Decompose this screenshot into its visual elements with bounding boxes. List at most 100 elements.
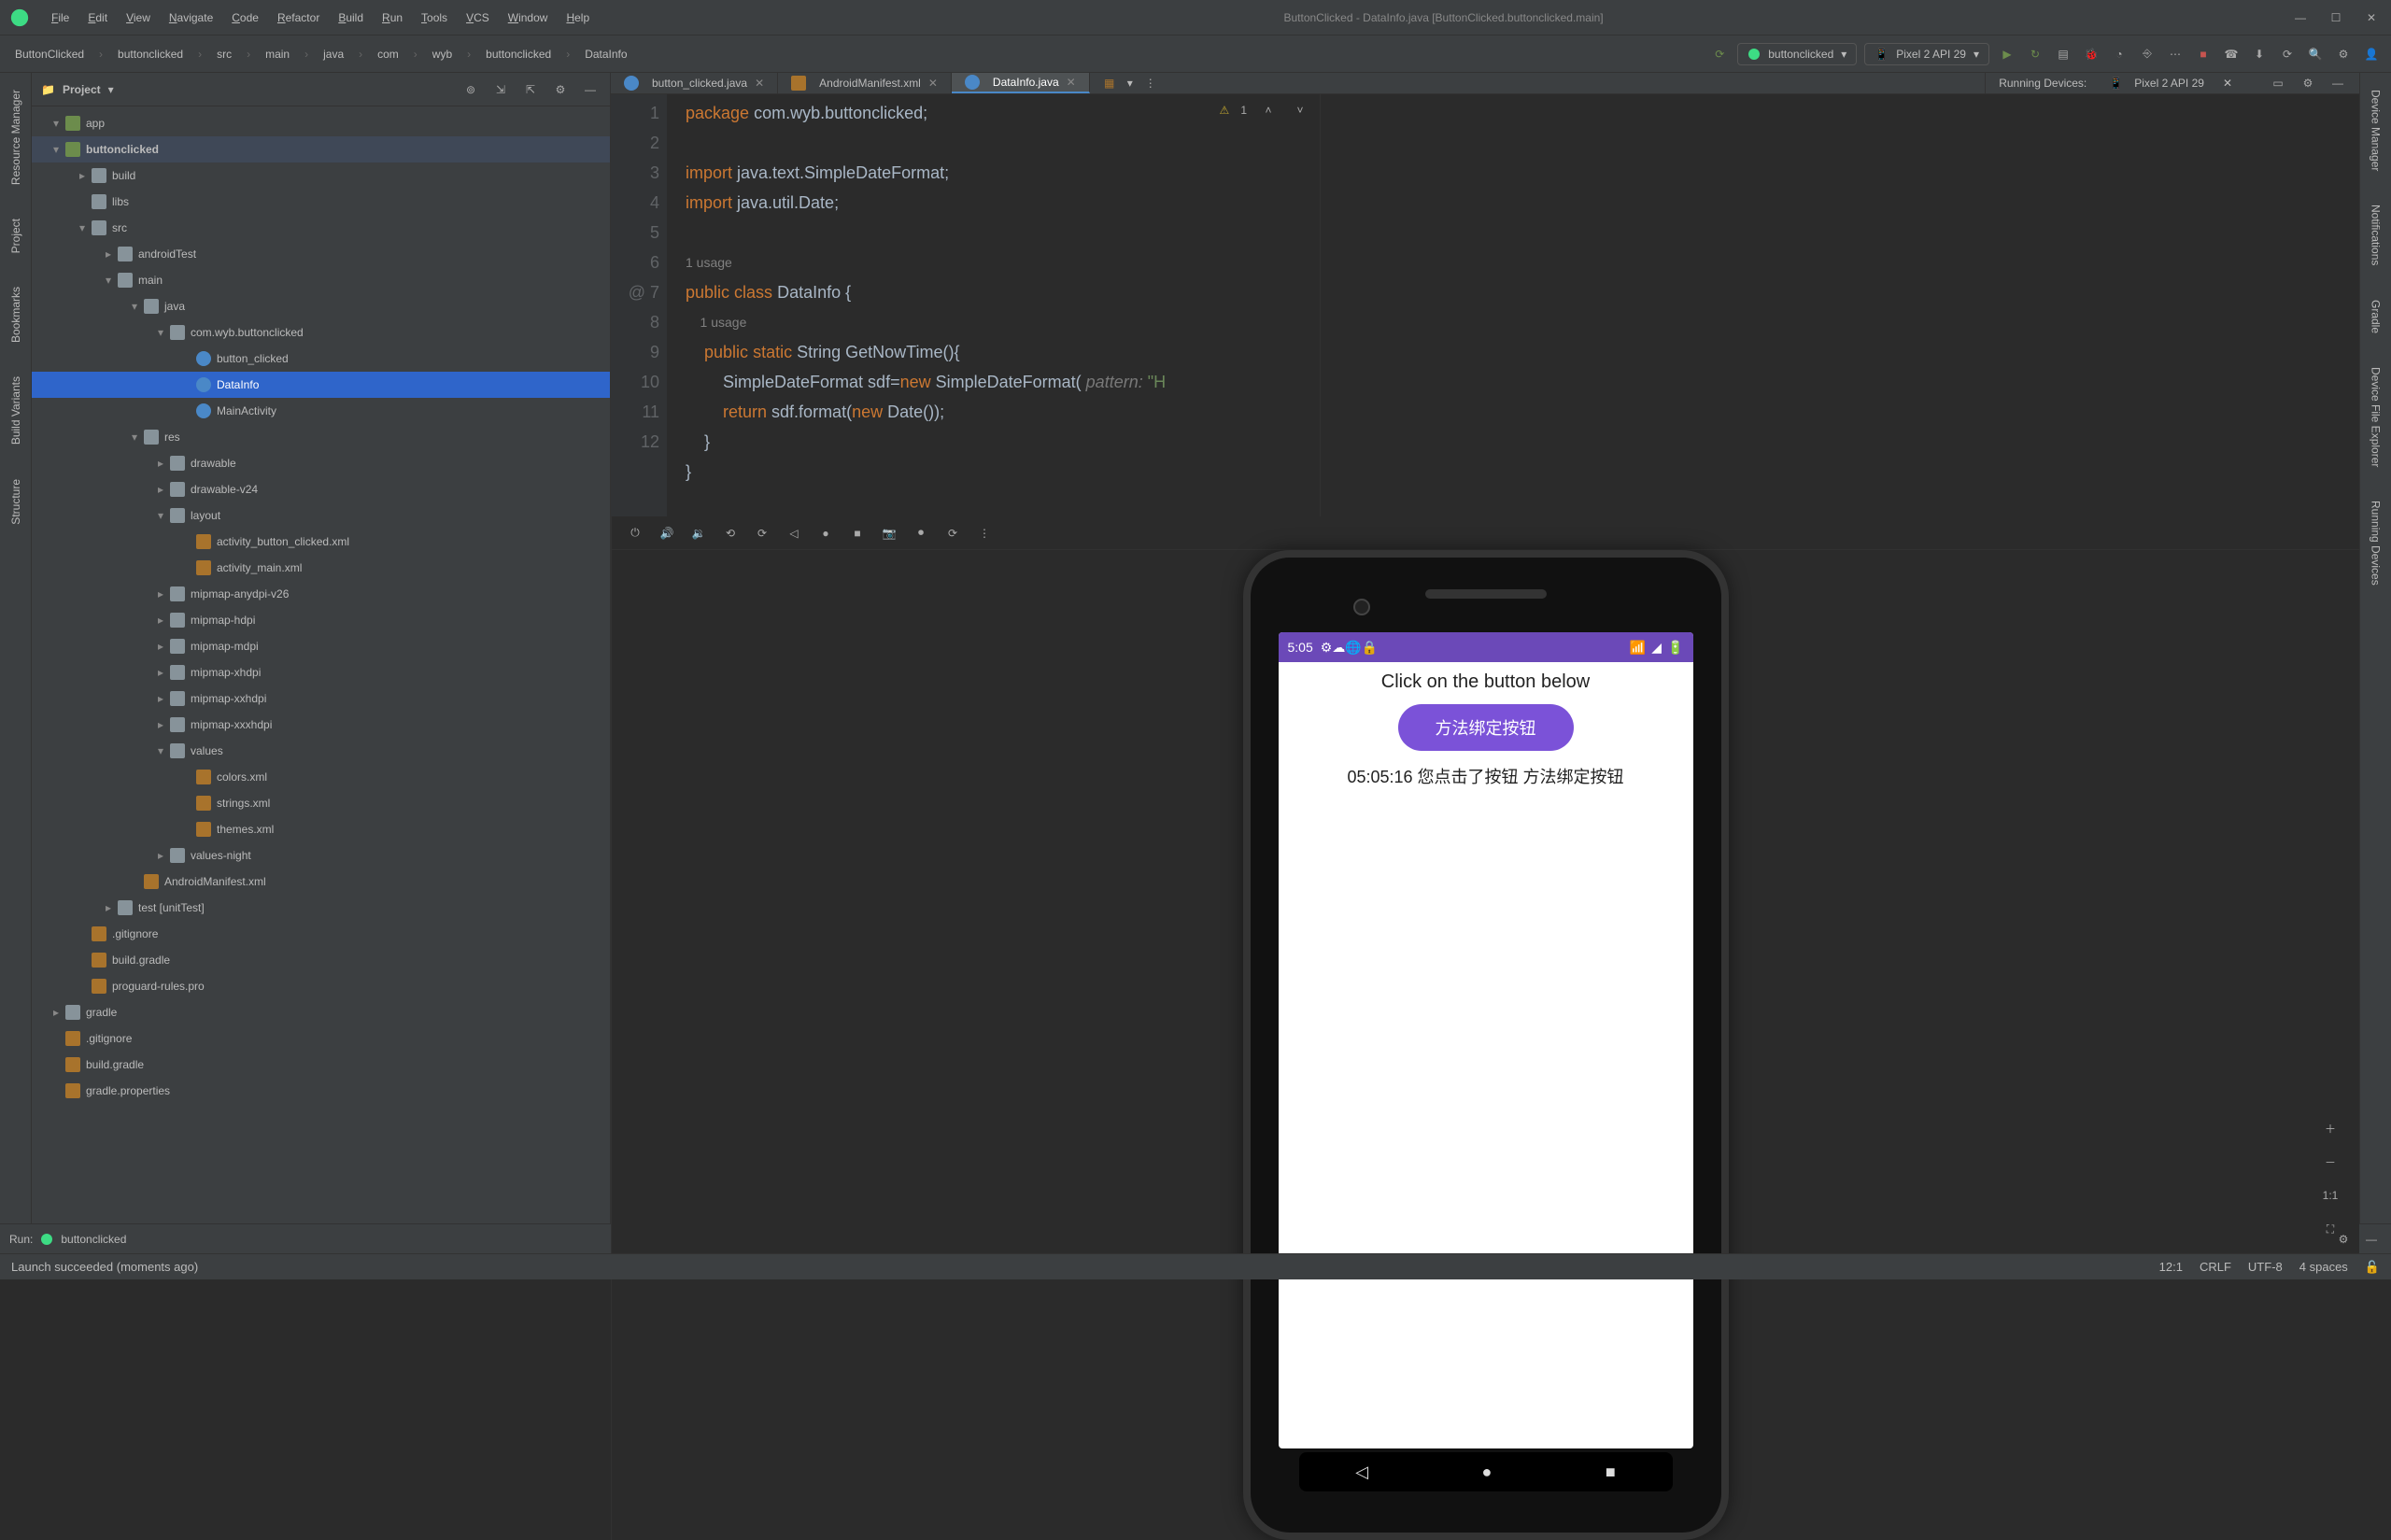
close-icon[interactable]: ✕ bbox=[755, 77, 764, 90]
tree-item-gradle[interactable]: ▸gradle bbox=[32, 999, 610, 1025]
back-icon[interactable]: ◁ bbox=[784, 523, 804, 544]
debug-restart-icon[interactable]: ↻ bbox=[2025, 44, 2045, 64]
tool-running-devices[interactable]: Running Devices bbox=[2370, 493, 2383, 593]
tree-item-gradle-properties[interactable]: gradle.properties bbox=[32, 1078, 610, 1104]
close-icon[interactable]: ✕ bbox=[2223, 77, 2232, 90]
breadcrumb-item[interactable]: DataInfo bbox=[579, 46, 632, 63]
menu-run[interactable]: Run bbox=[375, 7, 410, 28]
down-icon[interactable]: ˅ bbox=[1290, 100, 1310, 120]
zoom-in-icon[interactable]: ＋ bbox=[2320, 1118, 2341, 1138]
rotate-left-icon[interactable]: ⟲ bbox=[720, 523, 741, 544]
stop-icon[interactable]: ■ bbox=[2193, 44, 2214, 64]
tool-build-variants[interactable]: Build Variants bbox=[9, 369, 22, 452]
tree-item-src[interactable]: ▾src bbox=[32, 215, 610, 241]
tree-item--gitignore[interactable]: .gitignore bbox=[32, 921, 610, 947]
coverage-icon[interactable]: ▤ bbox=[2053, 44, 2073, 64]
tree-item-mipmap-mdpi[interactable]: ▸mipmap-mdpi bbox=[32, 633, 610, 659]
project-panel-title[interactable]: Project bbox=[63, 83, 101, 96]
tree-item-res[interactable]: ▾res bbox=[32, 424, 610, 450]
chevron-down-icon[interactable]: ▾ bbox=[1127, 77, 1133, 90]
close-icon[interactable]: ✕ bbox=[928, 77, 938, 90]
more-icon[interactable]: ⋮ bbox=[974, 523, 995, 544]
home-icon[interactable]: ● bbox=[1482, 1462, 1493, 1482]
collapse-icon[interactable]: ⇱ bbox=[520, 79, 541, 100]
tree-item-androidtest[interactable]: ▸androidTest bbox=[32, 241, 610, 267]
back-icon[interactable]: ◁ bbox=[1355, 1462, 1368, 1482]
tree-item-activity-main-xml[interactable]: activity_main.xml bbox=[32, 555, 610, 581]
tree-item-button-clicked[interactable]: button_clicked bbox=[32, 346, 610, 372]
target-icon[interactable]: ⊚ bbox=[460, 79, 481, 100]
tree-item-drawable-v24[interactable]: ▸drawable-v24 bbox=[32, 476, 610, 502]
tree-item-mipmap-xxhdpi[interactable]: ▸mipmap-xxhdpi bbox=[32, 685, 610, 712]
breadcrumb-item[interactable]: main bbox=[260, 46, 295, 63]
tree-item--gitignore[interactable]: .gitignore bbox=[32, 1025, 610, 1052]
tree-item-datainfo[interactable]: DataInfo bbox=[32, 372, 610, 398]
avd-icon[interactable]: ☎ bbox=[2221, 44, 2242, 64]
tree-item-themes-xml[interactable]: themes.xml bbox=[32, 816, 610, 842]
device-selector[interactable]: 📱 Pixel 2 API 29 ▾ bbox=[1864, 43, 1989, 65]
tab-datainfo-java[interactable]: DataInfo.java✕ bbox=[952, 73, 1090, 93]
tree-item-drawable[interactable]: ▸drawable bbox=[32, 450, 610, 476]
menu-navigate[interactable]: Navigate bbox=[162, 7, 220, 28]
profiler-icon[interactable]: ◔ bbox=[2109, 44, 2129, 64]
attach-icon[interactable]: ⎆ bbox=[2137, 44, 2158, 64]
indent-setting[interactable]: 4 spaces bbox=[2299, 1260, 2348, 1274]
sdk-icon[interactable]: ⬇ bbox=[2249, 44, 2270, 64]
menu-vcs[interactable]: VCS bbox=[459, 7, 497, 28]
tree-item-build[interactable]: ▸build bbox=[32, 162, 610, 189]
window-icon[interactable]: ▭ bbox=[2268, 73, 2288, 93]
home-icon[interactable]: ● bbox=[815, 523, 836, 544]
record-icon[interactable]: ⏺ bbox=[911, 523, 931, 544]
tree-item-colors-xml[interactable]: colors.xml bbox=[32, 764, 610, 790]
tree-item-java[interactable]: ▾java bbox=[32, 293, 610, 319]
lock-icon[interactable]: 🔓 bbox=[2365, 1260, 2380, 1275]
gear-icon[interactable]: ⚙ bbox=[550, 79, 571, 100]
gear-icon[interactable]: ⚙ bbox=[2298, 73, 2318, 93]
breadcrumb-item[interactable]: src bbox=[211, 46, 237, 63]
code-content[interactable]: package com.wyb.buttonclicked; import ja… bbox=[667, 94, 1320, 516]
tree-item-layout[interactable]: ▾layout bbox=[32, 502, 610, 529]
close-icon[interactable]: ✕ bbox=[2361, 7, 2382, 28]
tool-device-manager[interactable]: Device Manager bbox=[2370, 82, 2383, 178]
menu-refactor[interactable]: Refactor bbox=[270, 7, 327, 28]
tree-item-values[interactable]: ▾values bbox=[32, 738, 610, 764]
debug-icon[interactable]: 🐞 bbox=[2081, 44, 2101, 64]
more-icon[interactable]: ⋯ bbox=[2165, 44, 2186, 64]
tool-device-file-explorer[interactable]: Device File Explorer bbox=[2370, 360, 2383, 474]
hide-icon[interactable]: — bbox=[2361, 1229, 2382, 1250]
tool-project[interactable]: Project bbox=[9, 211, 22, 261]
overflow-icon[interactable]: ▦ bbox=[1099, 73, 1120, 93]
phone-screen[interactable]: 5:05 ⚙ ☁ 🌐 🔒 📶 ◢ 🔋 Cli bbox=[1279, 632, 1693, 1448]
breadcrumb-item[interactable]: com bbox=[372, 46, 404, 63]
tree-item-mipmap-xhdpi[interactable]: ▸mipmap-xhdpi bbox=[32, 659, 610, 685]
menu-build[interactable]: Build bbox=[331, 7, 371, 28]
warning-icon[interactable]: ⚠ bbox=[1220, 104, 1230, 117]
tree-item-mipmap-hdpi[interactable]: ▸mipmap-hdpi bbox=[32, 607, 610, 633]
tool-notifications[interactable]: Notifications bbox=[2370, 197, 2383, 273]
run-icon[interactable]: ▶ bbox=[1997, 44, 2017, 64]
hide-icon[interactable]: — bbox=[580, 79, 601, 100]
up-icon[interactable]: ˄ bbox=[1258, 100, 1279, 120]
overview-icon[interactable]: ■ bbox=[1606, 1462, 1616, 1482]
tree-item-strings-xml[interactable]: strings.xml bbox=[32, 790, 610, 816]
tool-resource-manager[interactable]: Resource Manager bbox=[9, 82, 22, 192]
tool-gradle[interactable]: Gradle bbox=[2370, 292, 2383, 341]
line-separator[interactable]: CRLF bbox=[2200, 1260, 2231, 1274]
breadcrumb-item[interactable]: ButtonClicked bbox=[9, 46, 90, 63]
tool-bookmarks[interactable]: Bookmarks bbox=[9, 279, 22, 350]
tree-item-main[interactable]: ▾main bbox=[32, 267, 610, 293]
running-device-name[interactable]: Pixel 2 API 29 bbox=[2134, 77, 2204, 90]
menu-view[interactable]: View bbox=[119, 7, 158, 28]
breadcrumb-item[interactable]: wyb bbox=[427, 46, 458, 63]
gradle-sync-icon[interactable]: ⟳ bbox=[2277, 44, 2298, 64]
volume-down-icon[interactable]: 🔉 bbox=[688, 523, 709, 544]
tree-item-androidmanifest-xml[interactable]: AndroidManifest.xml bbox=[32, 869, 610, 895]
close-icon[interactable]: ✕ bbox=[1067, 76, 1076, 89]
account-icon[interactable]: 👤 bbox=[2361, 44, 2382, 64]
snapshot-icon[interactable]: ⟳ bbox=[942, 523, 963, 544]
screenshot-icon[interactable]: 📷 bbox=[879, 523, 899, 544]
tree-item-mainactivity[interactable]: MainActivity bbox=[32, 398, 610, 424]
run-config-selector[interactable]: buttonclicked ▾ bbox=[1737, 43, 1857, 65]
tab-button-clicked-java[interactable]: button_clicked.java✕ bbox=[611, 73, 778, 93]
tree-item-build-gradle[interactable]: build.gradle bbox=[32, 947, 610, 973]
